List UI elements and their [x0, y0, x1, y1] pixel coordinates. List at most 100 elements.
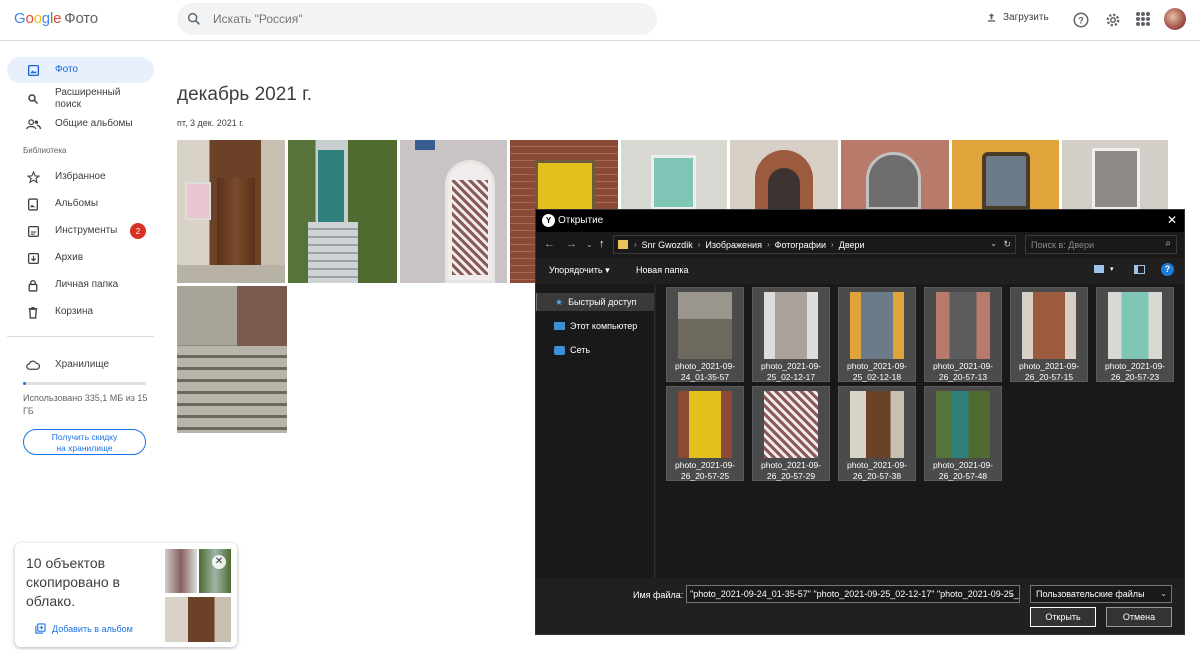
toast-message: 10 объектов скопировано в облако. — [26, 555, 120, 609]
breadcrumb-item[interactable]: Двери — [839, 240, 865, 250]
photo-thumbnail[interactable] — [177, 140, 285, 283]
recent-chevron-icon[interactable]: ⌄ — [586, 240, 593, 249]
file-item[interactable]: photo_2021-09-26_20-57-13 — [924, 287, 1002, 382]
add-to-album-button[interactable]: Добавить в альбом — [35, 623, 133, 634]
breadcrumb-item[interactable]: Фотографии — [775, 240, 826, 250]
gear-icon[interactable] — [1104, 11, 1122, 29]
file-thumbnail — [850, 292, 904, 359]
cancel-button[interactable]: Отмена — [1106, 607, 1172, 627]
tree-item-this-pc[interactable]: Этот компьютер — [536, 317, 654, 335]
sidebar-item-storage[interactable]: Хранилище — [7, 352, 154, 378]
file-item[interactable]: photo_2021-09-25_02-12-17 — [752, 287, 830, 382]
file-item[interactable]: photo_2021-09-26_20-57-48 — [924, 386, 1002, 481]
photo-thumbnail[interactable] — [841, 140, 949, 210]
preview-pane-icon[interactable] — [1134, 265, 1145, 274]
view-mode-icon[interactable] — [1094, 265, 1104, 273]
sidebar-item-locked-folder[interactable]: Личная папка — [7, 272, 154, 298]
new-folder-button[interactable]: Новая папка — [636, 265, 688, 275]
address-bar[interactable]: › Snr Gwozdik › Изображения › Фотографии… — [613, 235, 1016, 254]
tree-item-quick-access[interactable]: ★ Быстрый доступ — [536, 293, 654, 311]
file-thumbnail — [850, 391, 904, 458]
filename-dropdown-icon[interactable]: ⌄ — [1004, 585, 1020, 603]
search-bar[interactable] — [177, 3, 657, 35]
sidebar-item-label: Инструменты — [55, 225, 118, 236]
tree-item-network[interactable]: Сеть — [536, 341, 654, 359]
filetype-select[interactable]: Пользовательские файлы ⌄ — [1030, 585, 1172, 603]
product-name: Фото — [64, 10, 98, 27]
close-icon[interactable]: ✕ — [1167, 213, 1177, 227]
sidebar-item-label: Расширенный поиск — [55, 87, 121, 110]
help-icon[interactable]: ? — [1072, 11, 1090, 29]
sidebar-item-archive[interactable]: Архив — [7, 245, 154, 271]
top-bar: GoogleФото Загрузить ? — [0, 0, 1200, 41]
sidebar-item-advanced-search[interactable]: Расширенный поиск — [7, 84, 154, 114]
sidebar-item-favorites[interactable]: Избранное — [7, 164, 154, 190]
close-icon[interactable]: ✕ — [212, 555, 226, 569]
google-photos-logo[interactable]: Google Фото — [14, 10, 98, 27]
dialog-titlebar: Y Открытие ✕ — [536, 210, 1184, 232]
file-item[interactable]: photo_2021-09-26_20-57-38 — [838, 386, 916, 481]
file-list: photo_2021-09-24_01-35-57 photo_2021-09-… — [656, 284, 1184, 578]
forward-arrow-icon[interactable]: → — [566, 238, 577, 250]
photo-thumbnail[interactable] — [400, 140, 507, 283]
page-title: декабрь 2021 г. — [177, 84, 313, 105]
file-item[interactable]: photo_2021-09-25_02-12-18 — [838, 287, 916, 382]
apps-grid-icon[interactable] — [1136, 12, 1150, 26]
network-icon — [554, 345, 565, 355]
sidebar-item-photos[interactable]: Фото — [7, 57, 154, 83]
upload-button[interactable]: Загрузить — [986, 12, 1049, 23]
up-arrow-icon[interactable]: ↑ — [599, 238, 605, 250]
sidebar-item-label: Общие альбомы — [55, 118, 133, 129]
file-thumbnail — [936, 292, 990, 359]
tools-badge: 2 — [130, 223, 146, 239]
search-input[interactable] — [213, 3, 633, 35]
file-item[interactable]: photo_2021-09-26_20-57-25 — [666, 386, 744, 481]
photo-thumbnail[interactable] — [730, 140, 838, 210]
file-name: photo_2021-09-26_20-57-15 — [1018, 361, 1080, 382]
help-icon[interactable]: ? — [1161, 263, 1174, 276]
photo-thumbnail[interactable] — [952, 140, 1059, 210]
folder-search-input[interactable]: Поиск в: Двери ⌕ — [1025, 235, 1177, 254]
upload-label: Загрузить — [1003, 12, 1049, 23]
filetype-value: Пользовательские файлы — [1036, 589, 1145, 599]
file-item[interactable]: photo_2021-09-24_01-35-57 — [666, 287, 744, 382]
file-item[interactable]: photo_2021-09-26_20-57-15 — [1010, 287, 1088, 382]
upload-icon — [987, 13, 996, 22]
photo-thumbnail[interactable] — [621, 140, 727, 210]
star-icon — [24, 170, 42, 184]
back-arrow-icon[interactable]: ← — [544, 238, 555, 250]
refresh-icon[interactable]: ↻ — [1003, 239, 1011, 250]
organize-button[interactable]: Упорядочить ▾ — [549, 265, 610, 276]
sidebar-item-albums[interactable]: Альбомы — [7, 191, 154, 217]
upload-complete-toast: 10 объектов скопировано в облако. Добави… — [15, 543, 237, 647]
breadcrumb-item[interactable]: Snr Gwozdik — [642, 240, 693, 250]
photo-thumbnail[interactable] — [1062, 140, 1168, 210]
photo-thumbnail[interactable] — [288, 140, 397, 283]
tree-item-label: Быстрый доступ — [568, 297, 637, 307]
photo-thumbnail[interactable] — [177, 286, 287, 433]
file-item[interactable]: photo_2021-09-26_20-57-29 — [752, 386, 830, 481]
sidebar-item-trash[interactable]: Корзина — [7, 299, 154, 325]
chevron-down-icon: ⌄ — [1160, 589, 1167, 598]
dialog-title: Открытие — [558, 215, 604, 226]
library-section-label: Библиотека — [23, 146, 67, 155]
cloud-icon — [24, 360, 42, 371]
file-name: photo_2021-09-26_20-57-23 — [1104, 361, 1166, 382]
address-dropdown-icon[interactable]: ⌄ — [990, 239, 997, 248]
storage-discount-button[interactable]: Получить скидку на хранилище — [23, 429, 146, 455]
add-to-album-label: Добавить в альбом — [52, 623, 133, 634]
file-name: photo_2021-09-26_20-57-38 — [846, 460, 908, 481]
open-button[interactable]: Открыть — [1030, 607, 1096, 627]
tree-item-label: Сеть — [570, 345, 591, 355]
avatar[interactable] — [1164, 8, 1186, 30]
sidebar-item-label: Альбомы — [55, 198, 99, 209]
tools-icon — [24, 225, 42, 238]
filename-input[interactable]: "photo_2021-09-24_01-35-57" "photo_2021-… — [686, 585, 1020, 603]
sidebar-item-shared-albums[interactable]: Общие альбомы — [7, 111, 154, 137]
view-dropdown-icon[interactable]: ▾ — [1110, 265, 1114, 273]
breadcrumb-item[interactable]: Изображения — [705, 240, 762, 250]
tree-item-label: Этот компьютер — [570, 321, 638, 331]
search-icon[interactable] — [186, 11, 202, 27]
archive-icon — [24, 252, 42, 265]
file-item[interactable]: photo_2021-09-26_20-57-23 — [1096, 287, 1174, 382]
